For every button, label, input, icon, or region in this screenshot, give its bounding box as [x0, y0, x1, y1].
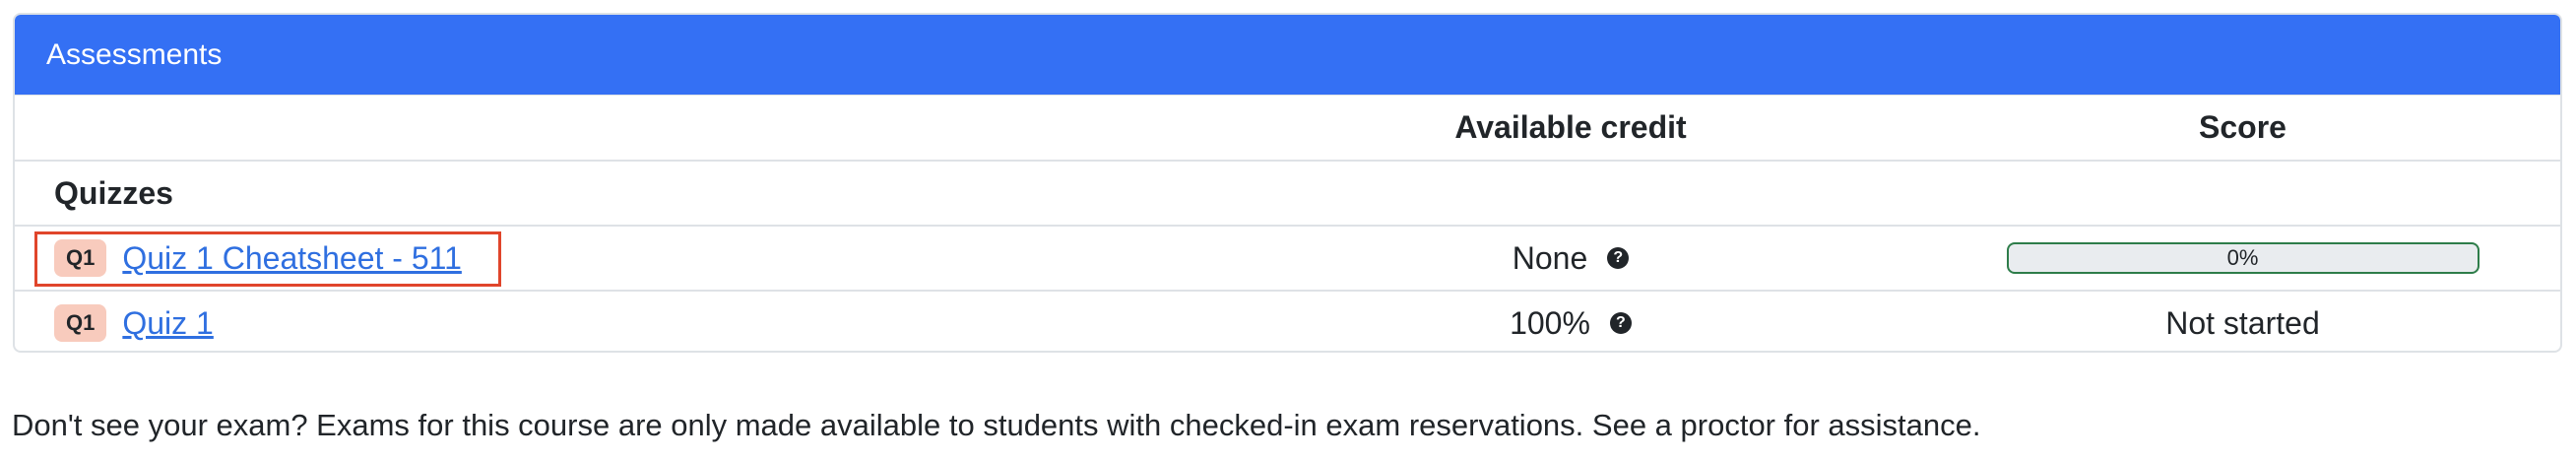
table-header-row: Available credit Score [15, 95, 2560, 160]
help-icon[interactable]: ? [1607, 247, 1630, 269]
assessment-name-cell: Q1 Quiz 1 Cheatsheet - 511 [54, 227, 462, 290]
exam-availability-note: Don't see your exam? Exams for this cour… [12, 408, 1981, 442]
card-header: Assessments [15, 15, 2560, 95]
assessment-badge: Q1 [54, 304, 107, 342]
assessment-link-quiz-1-cheatsheet[interactable]: Quiz 1 Cheatsheet - 511 [122, 240, 462, 277]
score-status-text: Not started [2165, 304, 2320, 341]
available-credit-value: 100% [1510, 304, 1590, 341]
section-row-quizzes: Quizzes [15, 160, 2560, 225]
column-header-score: Score [2199, 109, 2286, 145]
available-credit-value: None [1512, 239, 1588, 276]
page: Assessments Available credit Score Quizz… [0, 0, 2576, 461]
score-cell: Not started [1846, 292, 2560, 351]
score-progress-bar: 0% [2006, 242, 2479, 274]
table-row: Q1 Quiz 1 Cheatsheet - 511 None ? 0% [15, 225, 2560, 290]
assessments-card: Assessments Available credit Score Quizz… [13, 13, 2562, 353]
assessment-name-cell: Q1 Quiz 1 [54, 292, 214, 351]
column-header-available-credit: Available credit [1454, 109, 1687, 145]
table-row: Q1 Quiz 1 100% ? Not started [15, 290, 2560, 351]
available-credit-cell: 100% ? [1295, 292, 1846, 351]
score-progress-label: 0% [2226, 245, 2259, 270]
available-credit-cell: None ? [1295, 227, 1846, 290]
section-label: Quizzes [54, 174, 173, 211]
assessment-badge: Q1 [54, 239, 107, 277]
help-icon[interactable]: ? [1609, 312, 1632, 334]
score-cell: 0% [1846, 227, 2560, 290]
card-title: Assessments [46, 37, 223, 71]
assessment-link-quiz-1[interactable]: Quiz 1 [122, 305, 213, 342]
